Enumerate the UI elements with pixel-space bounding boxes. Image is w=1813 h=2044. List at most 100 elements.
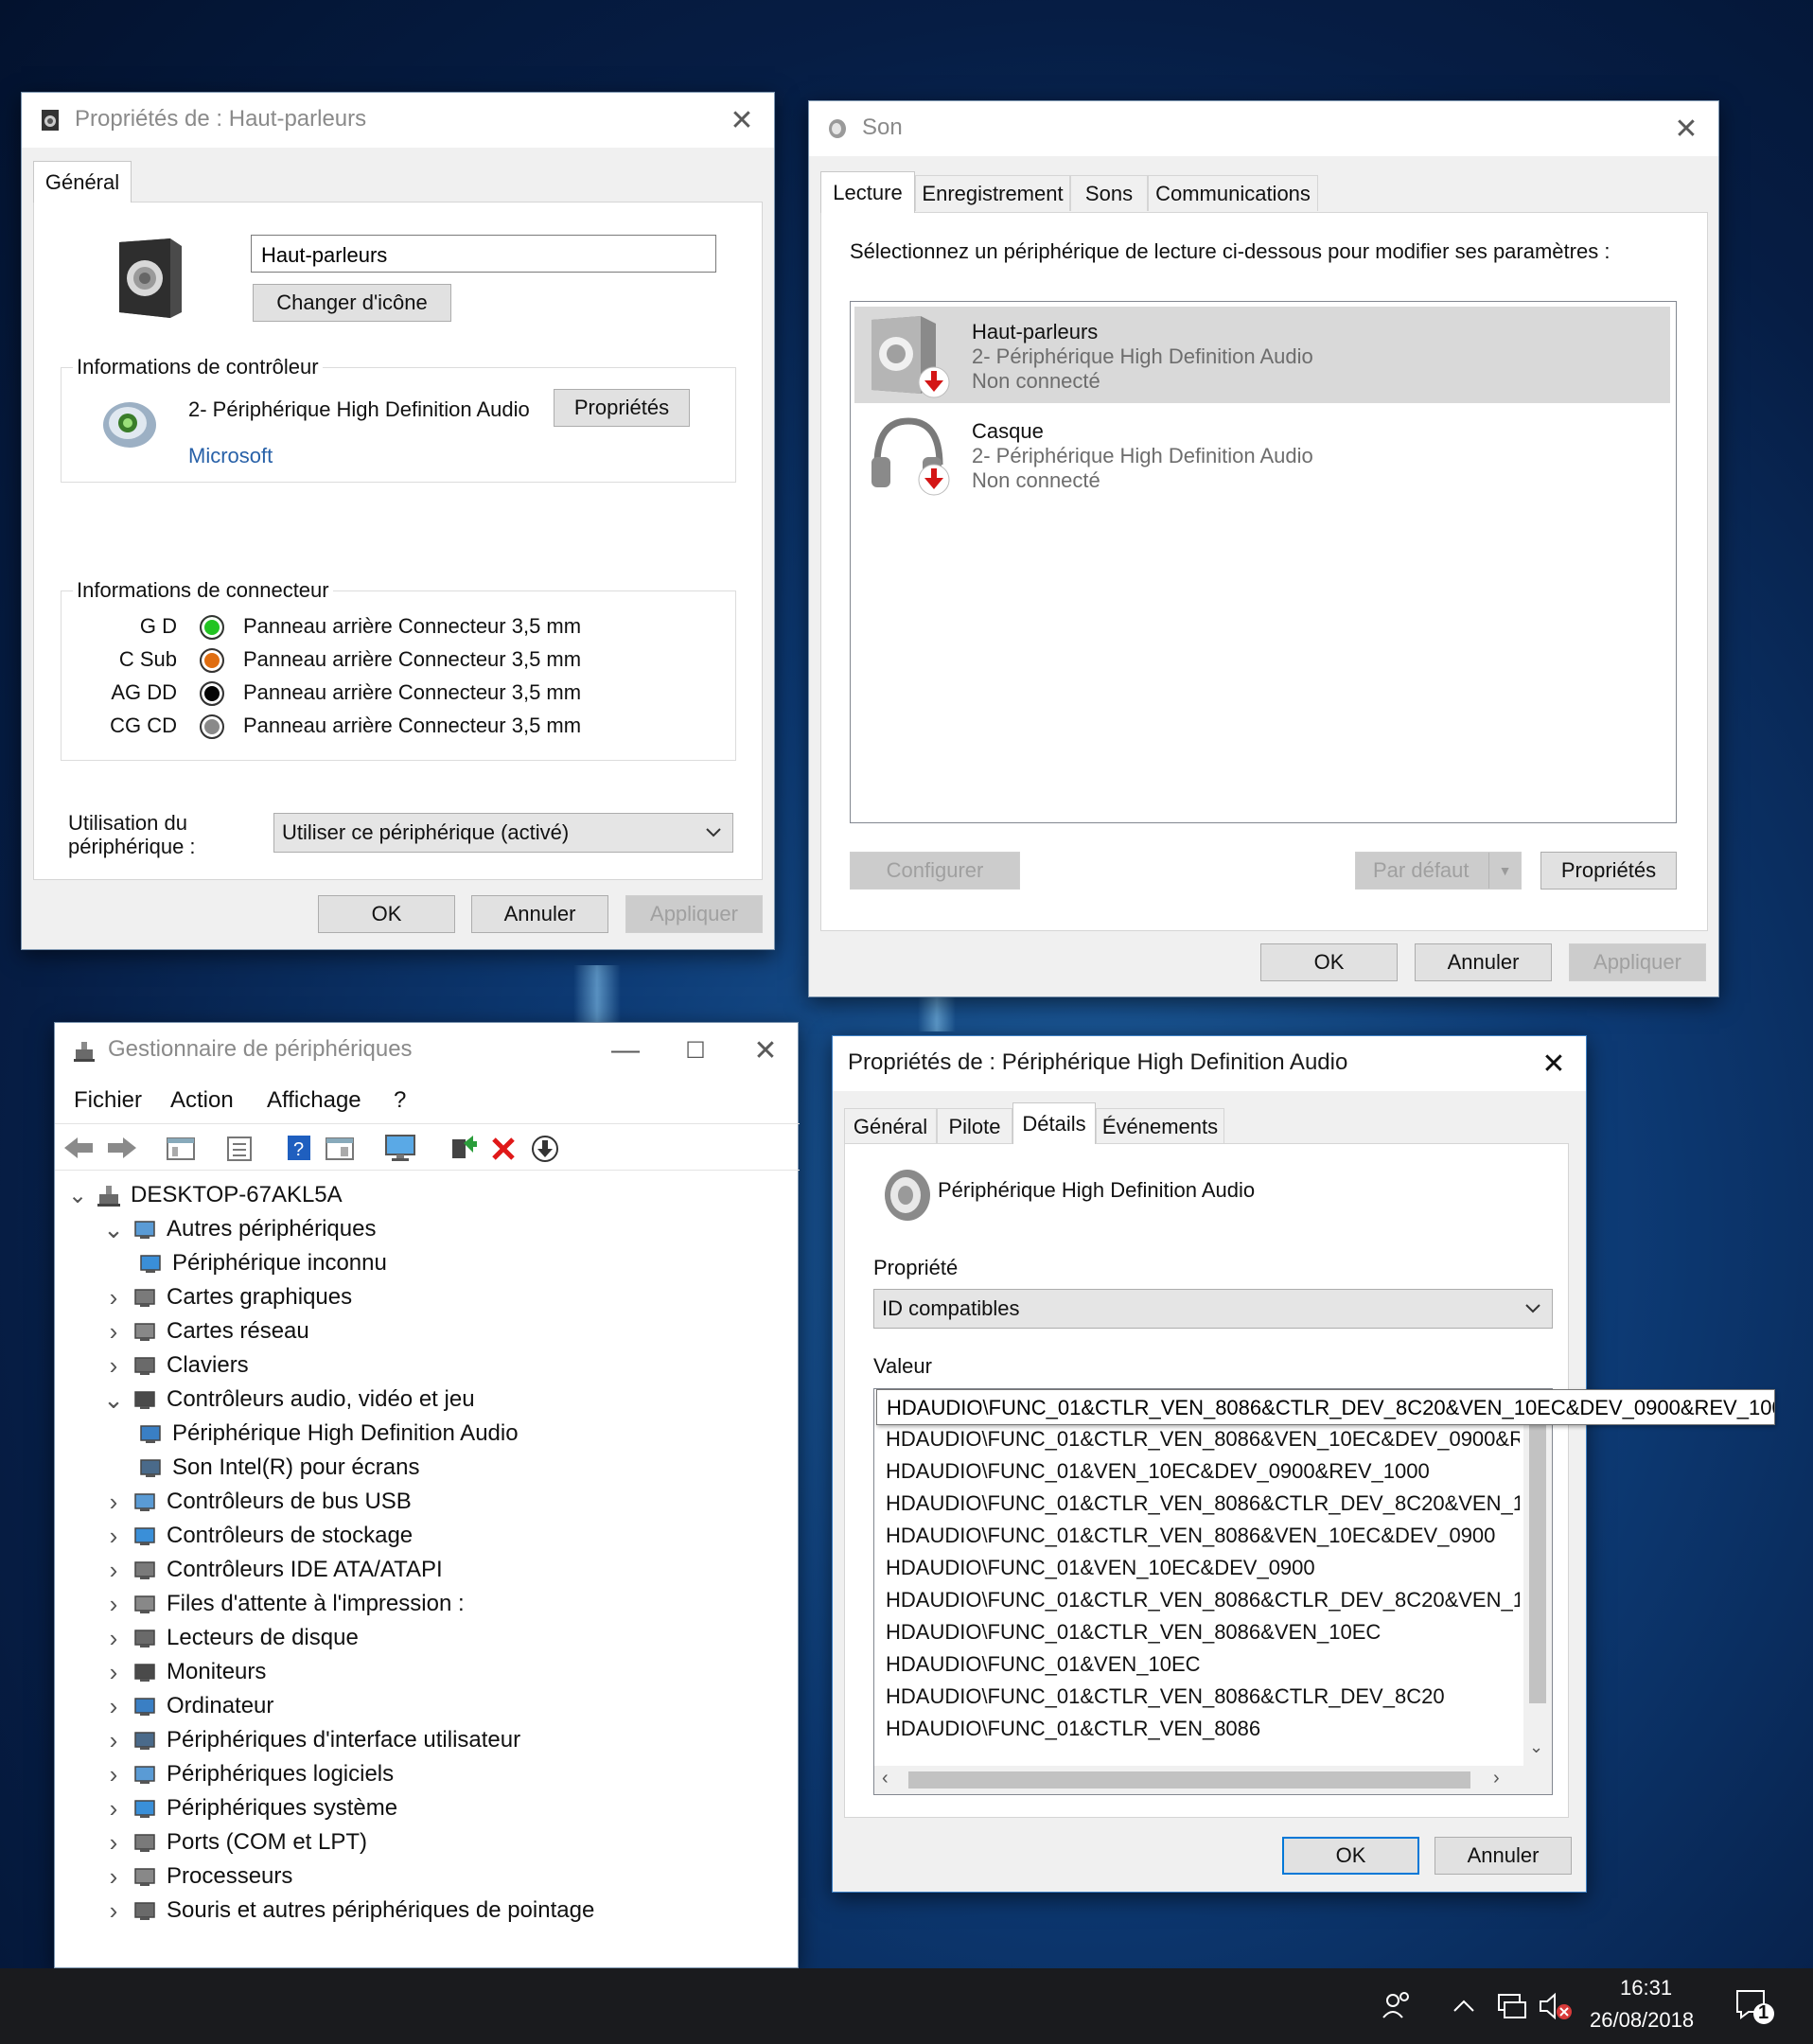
view-icon[interactable] — [167, 1136, 195, 1162]
chevron-down-icon[interactable]: ⌄ — [1529, 1737, 1543, 1757]
tree-category[interactable]: › Ports (COM et LPT) — [102, 1825, 367, 1859]
properties-sheet-icon[interactable] — [225, 1136, 254, 1162]
tree-category[interactable]: › Processeurs — [102, 1859, 293, 1894]
close-button[interactable]: ✕ — [741, 1027, 790, 1074]
device-usage-select[interactable]: Utiliser ce périphérique (activé) — [273, 813, 733, 853]
scrollbar-thumb[interactable] — [908, 1771, 1470, 1788]
tree-category[interactable]: › Contrôleurs de bus USB — [102, 1485, 412, 1519]
clock-date[interactable]: 26/08/2018 — [1590, 2008, 1694, 2033]
list-view-icon[interactable] — [326, 1136, 354, 1162]
tab-communications[interactable]: Communications — [1148, 175, 1318, 211]
tree-leaf[interactable]: Périphérique High Definition Audio — [138, 1417, 519, 1451]
value-row[interactable]: HDAUDIO\FUNC_01&CTLR_VEN_8086&CTLR_DEV_8… — [886, 1684, 1520, 1709]
chevron-right-icon[interactable]: › — [102, 1556, 125, 1584]
ok-button[interactable]: OK — [1260, 943, 1398, 981]
chevron-right-icon[interactable]: › — [102, 1351, 125, 1380]
people-icon[interactable] — [1382, 1989, 1414, 2021]
value-row[interactable]: HDAUDIO\FUNC_01&VEN_10EC&DEV_0900&REV_10… — [886, 1459, 1520, 1484]
monitor-icon[interactable] — [384, 1134, 416, 1162]
value-row[interactable]: HDAUDIO\FUNC_01&CTLR_VEN_8086&CTLR_DEV_8… — [886, 1491, 1520, 1516]
network-icon[interactable] — [1495, 1991, 1529, 2021]
device-name-input[interactable]: Haut-parleurs — [251, 235, 716, 273]
minimize-button[interactable]: — — [601, 1027, 650, 1074]
menu-action[interactable]: Action — [170, 1087, 234, 1114]
clock-time[interactable]: 16:31 — [1620, 1976, 1672, 2000]
horizontal-scrollbar[interactable]: ‹ › — [874, 1766, 1552, 1794]
chevron-right-icon[interactable]: › — [102, 1692, 125, 1720]
chevron-down-icon[interactable]: ⌄ — [102, 1215, 125, 1243]
ok-button[interactable]: OK — [318, 895, 455, 933]
chevron-right-icon[interactable]: › — [102, 1283, 125, 1312]
vertical-scrollbar[interactable]: ⌄ — [1523, 1389, 1552, 1768]
scrollbar-thumb[interactable] — [1529, 1418, 1546, 1703]
tree-category[interactable]: › Périphériques logiciels — [102, 1757, 394, 1791]
chevron-right-icon[interactable]: › — [102, 1590, 125, 1618]
chevron-right-icon[interactable]: › — [102, 1794, 125, 1823]
tree-category[interactable]: › Périphériques système — [102, 1791, 397, 1825]
tree-category[interactable]: › Cartes réseau — [102, 1314, 309, 1348]
tab-pilote[interactable]: Pilote — [937, 1108, 1012, 1144]
playback-device-list[interactable]: Haut-parleurs 2- Périphérique High Defin… — [850, 301, 1677, 823]
tab-details[interactable]: Détails — [1012, 1102, 1096, 1144]
value-row[interactable]: HDAUDIO\FUNC_01&CTLR_VEN_8086&VEN_10EC — [886, 1620, 1520, 1645]
tree-category[interactable]: › Contrôleurs IDE ATA/ATAPI — [102, 1553, 443, 1587]
tab-evenements[interactable]: Événements — [1096, 1108, 1224, 1144]
forward-icon[interactable] — [106, 1136, 138, 1160]
close-button[interactable]: ✕ — [1529, 1040, 1578, 1087]
chevron-right-icon[interactable]: › — [102, 1658, 125, 1686]
tree-category[interactable]: › Contrôleurs de stockage — [102, 1519, 414, 1553]
chevron-right-icon[interactable]: › — [102, 1760, 125, 1788]
tab-general[interactable]: Général — [844, 1108, 937, 1144]
menu-fichier[interactable]: Fichier — [74, 1087, 142, 1114]
update-driver-icon[interactable] — [449, 1134, 477, 1162]
cancel-button[interactable]: Annuler — [1435, 1837, 1572, 1875]
value-row[interactable]: HDAUDIO\FUNC_01&CTLR_VEN_8086 — [886, 1717, 1520, 1741]
dropdown-arrow-icon[interactable]: ▼ — [1488, 853, 1521, 889]
tree-category[interactable]: ⌄ Autres périphériques — [102, 1212, 376, 1246]
chevron-right-icon[interactable]: › — [102, 1726, 125, 1754]
tree-category[interactable]: › Périphériques d'interface utilisateur — [102, 1723, 520, 1757]
tree-leaf[interactable]: Périphérique inconnu — [138, 1246, 387, 1280]
tab-general[interactable]: Général — [33, 161, 132, 203]
notification-icon[interactable] — [1734, 1987, 1775, 2027]
apply-button[interactable]: Appliquer — [625, 895, 763, 933]
chevron-right-icon[interactable]: › — [102, 1862, 125, 1891]
device-tree[interactable]: ⌄ DESKTOP-67AKL5A ⌄ Autres périphériques P… — [57, 1174, 798, 1967]
tab-lecture[interactable]: Lecture — [820, 171, 915, 213]
uninstall-icon[interactable] — [490, 1136, 517, 1162]
back-icon[interactable] — [62, 1136, 95, 1160]
tab-enregistrement[interactable]: Enregistrement — [915, 175, 1070, 211]
apply-button[interactable]: Appliquer — [1569, 943, 1706, 981]
value-row[interactable]: HDAUDIO\FUNC_01&VEN_10EC&DEV_0900 — [886, 1556, 1520, 1580]
scan-hardware-icon[interactable] — [530, 1134, 560, 1164]
tab-sons[interactable]: Sons — [1070, 175, 1148, 211]
tree-leaf[interactable]: Son Intel(R) pour écrans — [138, 1451, 419, 1485]
controller-properties-button[interactable]: Propriétés — [554, 389, 690, 427]
tree-category[interactable]: › Moniteurs — [102, 1655, 267, 1689]
cancel-button[interactable]: Annuler — [1415, 943, 1552, 981]
tree-category[interactable]: › Claviers — [102, 1348, 249, 1383]
value-row[interactable]: HDAUDIO\FUNC_01&CTLR_VEN_8086&CTLR_DEV_8… — [886, 1588, 1520, 1612]
volume-muted-icon[interactable] — [1539, 1991, 1573, 2021]
tree-category[interactable]: › Ordinateur — [102, 1689, 274, 1723]
menu-affichage[interactable]: Affichage — [267, 1087, 361, 1114]
value-row[interactable]: HDAUDIO\FUNC_01&CTLR_VEN_8086&VEN_10EC&D… — [886, 1427, 1520, 1452]
menu-help[interactable]: ? — [394, 1087, 406, 1114]
tree-category[interactable]: › Souris et autres périphériques de point… — [102, 1894, 595, 1928]
cancel-button[interactable]: Annuler — [471, 895, 608, 933]
tree-category[interactable]: › Cartes graphiques — [102, 1280, 352, 1314]
chevron-right-icon[interactable]: › — [102, 1896, 125, 1925]
chevron-down-icon[interactable]: ⌄ — [102, 1385, 125, 1414]
help-icon[interactable]: ? — [286, 1134, 312, 1162]
close-button[interactable]: ✕ — [717, 97, 766, 144]
device-row-headphones[interactable]: Casque 2- Périphérique High Definition A… — [854, 406, 1670, 502]
configure-button[interactable]: Configurer — [850, 852, 1020, 890]
chevron-right-icon[interactable]: › — [102, 1317, 125, 1346]
properties-button[interactable]: Propriétés — [1540, 852, 1677, 890]
ok-button[interactable]: OK — [1282, 1837, 1419, 1875]
device-row-speakers[interactable]: Haut-parleurs 2- Périphérique High Defin… — [854, 307, 1670, 403]
tree-category[interactable]: ⌄ Contrôleurs audio, vidéo et jeu — [102, 1383, 474, 1417]
value-row[interactable]: HDAUDIO\FUNC_01&CTLR_VEN_8086&VEN_10EC&D… — [886, 1524, 1520, 1548]
vendor-link[interactable]: Microsoft — [188, 444, 273, 468]
value-list[interactable]: HDAUDIO\FUNC_01&CTLR_VEN_8086&VEN_10EC&D… — [873, 1388, 1553, 1795]
